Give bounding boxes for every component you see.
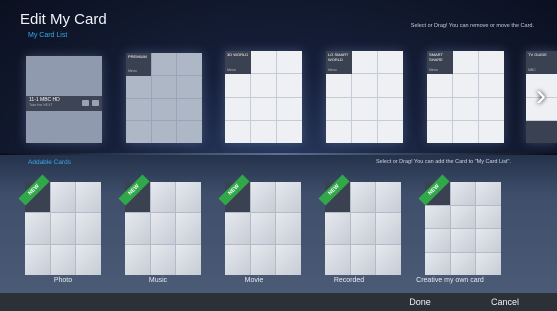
card-title: PREMIUM Menu [126,53,152,76]
addable-card-label: Photo [53,277,73,284]
addable-card-label: Music [148,277,168,284]
input-icon [82,100,89,106]
card-title: 3D WORLD Menu [225,51,251,74]
my-card-smart-share[interactable]: SMART SHARE Menu [427,51,504,143]
card-title: LG SMART WORLD Menu [326,51,352,74]
settings-icon [92,100,99,106]
tv-channel-bar: 11-1 MBC HD Take the NEXT [26,96,102,111]
my-card-premium[interactable]: PREMIUM Menu [126,53,202,143]
chevron-right-icon[interactable]: › [536,81,546,111]
addable-card-photo[interactable]: NEW [18,174,101,275]
my-card-hint: Select or Drag! You can remove or move t… [410,23,534,29]
card-title: TV GUIDE MBC [526,51,557,74]
card-title: SMART SHARE Menu [427,51,453,74]
cancel-button[interactable]: Cancel [465,293,545,311]
addable-card-music[interactable]: NEW [118,174,201,275]
addable-card-movie[interactable]: NEW [218,174,301,275]
my-card-list-label: My Card List [28,32,68,39]
addable-cards-label: Addable Cards [28,159,71,166]
done-button[interactable]: Done [380,293,460,311]
my-card-3d-world[interactable]: 3D WORLD Menu [225,51,302,143]
addable-card-label: Movie [244,277,264,284]
addable-card-label: Creative my own card [416,277,484,284]
addable-card-recorded[interactable]: NEW [318,174,401,275]
addable-card-creative[interactable]: NEW [418,174,501,275]
my-card-tv[interactable]: 11-1 MBC HD Take the NEXT [26,56,102,143]
page-title: Edit My Card [20,11,107,28]
my-card-lg-smart-world[interactable]: LG SMART WORLD Menu [326,51,403,143]
addable-card-label: Recorded [333,277,365,284]
addable-cards-hint: Select or Drag! You can add the Card to … [375,159,511,165]
